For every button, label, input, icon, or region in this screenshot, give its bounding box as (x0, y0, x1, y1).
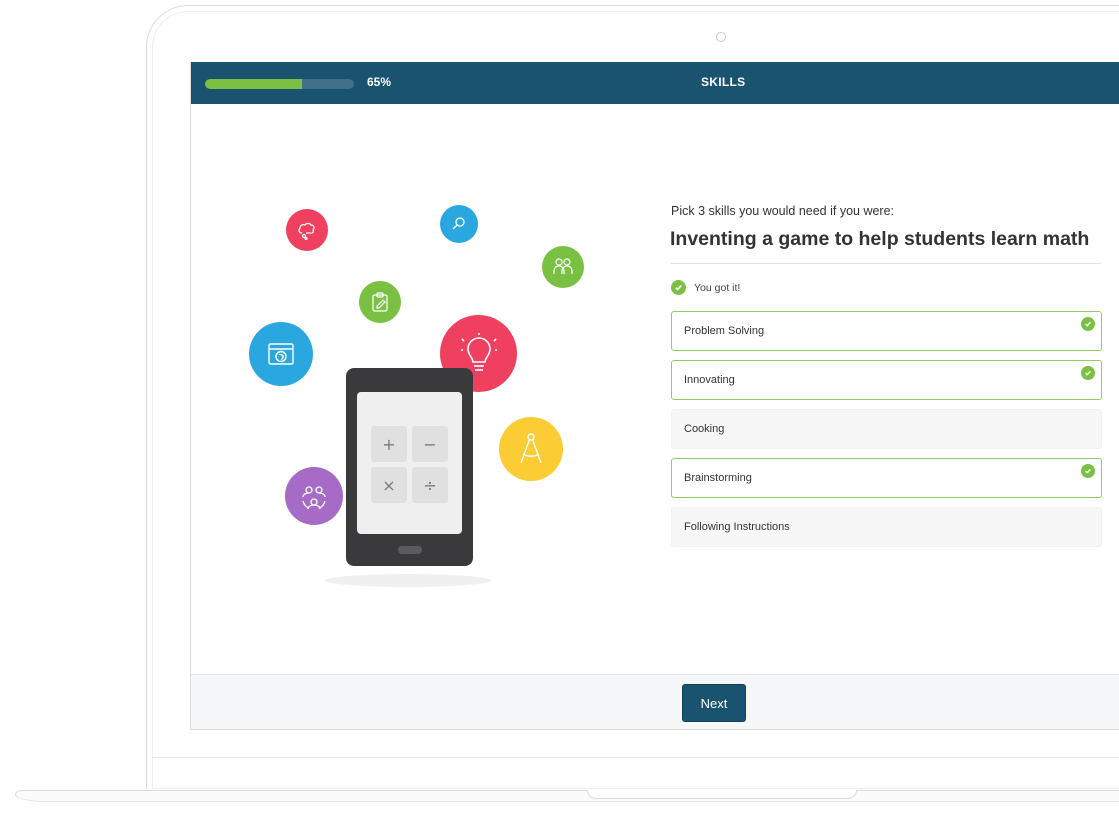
laptop-base-notch (587, 790, 857, 799)
check-icon (671, 280, 686, 295)
divide-key: ÷ (412, 467, 448, 503)
footer-bar: Next (191, 674, 1119, 729)
question-title: Inventing a game to help students learn … (670, 228, 1090, 250)
phone-illustration: + − × ÷ (346, 368, 473, 566)
page-title: SKILLS (701, 75, 746, 89)
clipboard-icon (359, 281, 401, 323)
header-bar: 65% SKILLS (191, 62, 1119, 104)
next-button[interactable]: Next (682, 684, 746, 722)
progress-bar-fill (205, 79, 302, 89)
option-label: Cooking (684, 423, 725, 435)
option-cooking[interactable]: Cooking (671, 409, 1102, 449)
option-label: Innovating (684, 374, 735, 386)
camera-icon (716, 32, 726, 42)
skill-options: Problem Solving Innovating Cooking Brain… (671, 311, 1102, 556)
option-label: Problem Solving (684, 325, 765, 337)
feedback-message: You got it! (671, 280, 740, 295)
people-group-icon (542, 246, 584, 288)
compass-icon (499, 417, 563, 481)
check-icon (1081, 464, 1095, 478)
phone-shadow (325, 574, 491, 587)
option-innovating[interactable]: Innovating (671, 360, 1102, 400)
people-circle-icon (285, 467, 343, 525)
magnifier-icon (440, 205, 478, 243)
option-following-instructions[interactable]: Following Instructions (671, 507, 1102, 547)
brain-icon (286, 209, 328, 251)
check-icon (1081, 366, 1095, 380)
check-icon (1081, 317, 1095, 331)
option-problem-solving[interactable]: Problem Solving (671, 311, 1102, 351)
phone-screen: + − × ÷ (357, 392, 462, 534)
illustration: + − × ÷ (191, 104, 611, 674)
app-screen: 65% SKILLS + − × ÷ Pick 3 skills you wou… (190, 62, 1119, 730)
browser-globe-icon (249, 322, 313, 386)
minus-key: − (412, 426, 448, 462)
progress-label: 65% (367, 75, 392, 89)
question-divider (671, 263, 1101, 264)
progress-bar (205, 79, 354, 89)
plus-key: + (371, 426, 407, 462)
question-prompt: Pick 3 skills you would need if you were… (671, 204, 895, 218)
laptop-base (15, 790, 1119, 802)
option-label: Following Instructions (684, 521, 790, 533)
multiply-key: × (371, 467, 407, 503)
phone-home-button (398, 546, 422, 554)
feedback-text: You got it! (694, 281, 741, 294)
option-label: Brainstorming (684, 472, 752, 484)
option-brainstorming[interactable]: Brainstorming (671, 458, 1102, 498)
bezel-divider (152, 757, 1119, 758)
